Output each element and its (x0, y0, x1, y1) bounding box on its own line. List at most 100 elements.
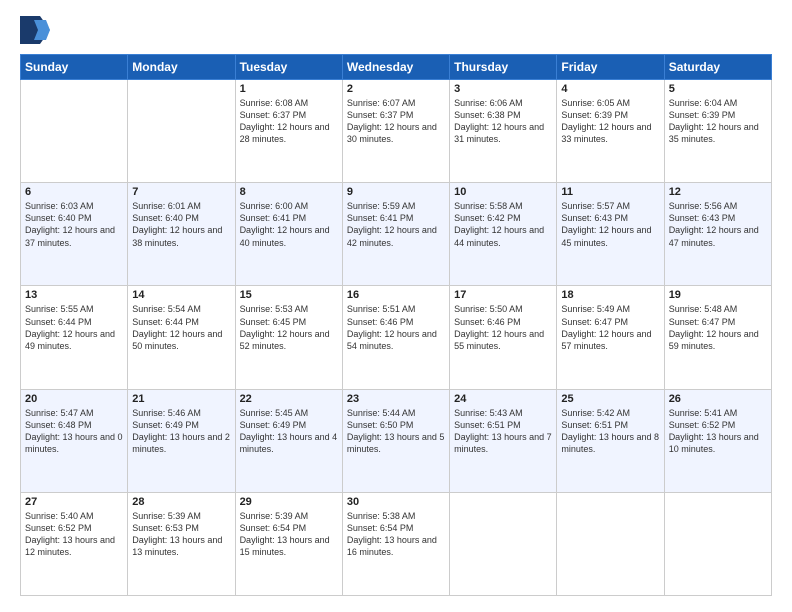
calendar-day-cell (21, 80, 128, 183)
calendar-day-cell: 21Sunrise: 5:46 AMSunset: 6:49 PMDayligh… (128, 389, 235, 492)
day-number: 6 (25, 186, 123, 198)
calendar-week-row: 27 Sunrise: 5:40 AMSunset: 6:52 PMDayligh… (21, 492, 772, 595)
day-number: 22 (240, 393, 338, 405)
day-info: Sunrise: 6:05 AMSunset: 6:39 PMDaylight:… (561, 97, 659, 146)
calendar-day-cell: 19Sunrise: 5:48 AMSunset: 6:47 PMDayligh… (664, 286, 771, 389)
day-number: 11 (561, 186, 659, 198)
day-number: 25 (561, 393, 659, 405)
day-info: Sunrise: 5:41 AMSunset: 6:52 PMDaylight:… (669, 407, 767, 456)
day-info: Sunrise: 6:00 AMSunset: 6:41 PMDaylight:… (240, 200, 338, 249)
day-number: 5 (669, 83, 767, 95)
calendar-day-cell: 26 Sunrise: 5:41 AMSunset: 6:52 PMDayligh… (664, 389, 771, 492)
day-number: 23 (347, 393, 445, 405)
logo-icon (20, 16, 50, 44)
calendar-day-cell (450, 492, 557, 595)
day-info: Sunrise: 5:56 AMSunset: 6:43 PMDaylight:… (669, 200, 767, 249)
day-number: 2 (347, 83, 445, 95)
day-number: 28 (132, 496, 230, 508)
header (20, 16, 772, 44)
calendar-day-cell: 7Sunrise: 6:01 AMSunset: 6:40 PMDaylight… (128, 183, 235, 286)
calendar-day-cell: 25 Sunrise: 5:42 AMSunset: 6:51 PMDayligh… (557, 389, 664, 492)
day-info: Sunrise: 6:03 AMSunset: 6:40 PMDaylight:… (25, 200, 123, 249)
day-info: Sunrise: 6:06 AMSunset: 6:38 PMDaylight:… (454, 97, 552, 146)
day-info: Sunrise: 5:50 AMSunset: 6:46 PMDaylight:… (454, 303, 552, 352)
day-number: 12 (669, 186, 767, 198)
day-info: Sunrise: 5:46 AMSunset: 6:49 PMDaylight:… (132, 407, 230, 456)
day-number: 20 (25, 393, 123, 405)
day-info: Sunrise: 6:08 AMSunset: 6:37 PMDaylight:… (240, 97, 338, 146)
day-info: Sunrise: 5:54 AMSunset: 6:44 PMDaylight:… (132, 303, 230, 352)
calendar-table: SundayMondayTuesdayWednesdayThursdayFrid… (20, 54, 772, 596)
day-number: 15 (240, 289, 338, 301)
day-info: Sunrise: 5:57 AMSunset: 6:43 PMDaylight:… (561, 200, 659, 249)
calendar-week-row: 6 Sunrise: 6:03 AMSunset: 6:40 PMDaylight… (21, 183, 772, 286)
calendar-day-cell: 3Sunrise: 6:06 AMSunset: 6:38 PMDaylight… (450, 80, 557, 183)
calendar-day-cell: 9 Sunrise: 5:59 AMSunset: 6:41 PMDaylight… (342, 183, 449, 286)
day-number: 17 (454, 289, 552, 301)
day-number: 13 (25, 289, 123, 301)
day-number: 8 (240, 186, 338, 198)
calendar-day-cell: 27 Sunrise: 5:40 AMSunset: 6:52 PMDayligh… (21, 492, 128, 595)
calendar-day-cell (128, 80, 235, 183)
calendar-week-row: 13Sunrise: 5:55 AMSunset: 6:44 PMDayligh… (21, 286, 772, 389)
day-number: 24 (454, 393, 552, 405)
calendar-day-cell (557, 492, 664, 595)
calendar-day-cell: 14 Sunrise: 5:54 AMSunset: 6:44 PMDayligh… (128, 286, 235, 389)
calendar-day-cell: 10 Sunrise: 5:58 AMSunset: 6:42 PMDayligh… (450, 183, 557, 286)
day-number: 7 (132, 186, 230, 198)
day-number: 16 (347, 289, 445, 301)
calendar-day-cell: 17 Sunrise: 5:50 AMSunset: 6:46 PMDayligh… (450, 286, 557, 389)
day-info: Sunrise: 5:53 AMSunset: 6:45 PMDaylight:… (240, 303, 338, 352)
weekday-header: Saturday (664, 55, 771, 80)
weekday-header: Thursday (450, 55, 557, 80)
day-info: Sunrise: 5:44 AMSunset: 6:50 PMDaylight:… (347, 407, 445, 456)
day-info: Sunrise: 5:42 AMSunset: 6:51 PMDaylight:… (561, 407, 659, 456)
page: SundayMondayTuesdayWednesdayThursdayFrid… (0, 0, 792, 612)
calendar-day-cell: 6 Sunrise: 6:03 AMSunset: 6:40 PMDaylight… (21, 183, 128, 286)
calendar-day-cell: 29 Sunrise: 5:39 AMSunset: 6:54 PMDayligh… (235, 492, 342, 595)
calendar-day-cell: 16 Sunrise: 5:51 AMSunset: 6:46 PMDayligh… (342, 286, 449, 389)
calendar-day-cell: 8 Sunrise: 6:00 AMSunset: 6:41 PMDaylight… (235, 183, 342, 286)
day-info: Sunrise: 5:45 AMSunset: 6:49 PMDaylight:… (240, 407, 338, 456)
calendar-header-row: SundayMondayTuesdayWednesdayThursdayFrid… (21, 55, 772, 80)
day-number: 18 (561, 289, 659, 301)
calendar-week-row: 20 Sunrise: 5:47 AMSunset: 6:48 PMDayligh… (21, 389, 772, 492)
weekday-header: Monday (128, 55, 235, 80)
day-number: 26 (669, 393, 767, 405)
day-number: 19 (669, 289, 767, 301)
day-info: Sunrise: 6:07 AMSunset: 6:37 PMDaylight:… (347, 97, 445, 146)
day-info: Sunrise: 5:47 AMSunset: 6:48 PMDaylight:… (25, 407, 123, 456)
day-number: 29 (240, 496, 338, 508)
day-info: Sunrise: 5:59 AMSunset: 6:41 PMDaylight:… (347, 200, 445, 249)
day-number: 4 (561, 83, 659, 95)
day-info: Sunrise: 5:39 AMSunset: 6:54 PMDaylight:… (240, 510, 338, 559)
day-number: 10 (454, 186, 552, 198)
calendar-day-cell: 5Sunrise: 6:04 AMSunset: 6:39 PMDaylight… (664, 80, 771, 183)
day-info: Sunrise: 5:43 AMSunset: 6:51 PMDaylight:… (454, 407, 552, 456)
calendar-day-cell: 23 Sunrise: 5:44 AMSunset: 6:50 PMDayligh… (342, 389, 449, 492)
calendar-day-cell: 22 Sunrise: 5:45 AMSunset: 6:49 PMDayligh… (235, 389, 342, 492)
calendar-day-cell: 4 Sunrise: 6:05 AMSunset: 6:39 PMDaylight… (557, 80, 664, 183)
calendar-day-cell (664, 492, 771, 595)
day-info: Sunrise: 5:40 AMSunset: 6:52 PMDaylight:… (25, 510, 123, 559)
day-number: 14 (132, 289, 230, 301)
day-number: 9 (347, 186, 445, 198)
day-info: Sunrise: 5:51 AMSunset: 6:46 PMDaylight:… (347, 303, 445, 352)
weekday-header: Tuesday (235, 55, 342, 80)
calendar-day-cell: 2 Sunrise: 6:07 AMSunset: 6:37 PMDaylight… (342, 80, 449, 183)
day-number: 1 (240, 83, 338, 95)
calendar-day-cell: 28Sunrise: 5:39 AMSunset: 6:53 PMDayligh… (128, 492, 235, 595)
weekday-header: Friday (557, 55, 664, 80)
calendar-day-cell: 30Sunrise: 5:38 AMSunset: 6:54 PMDayligh… (342, 492, 449, 595)
day-info: Sunrise: 5:58 AMSunset: 6:42 PMDaylight:… (454, 200, 552, 249)
calendar-day-cell: 11 Sunrise: 5:57 AMSunset: 6:43 PMDayligh… (557, 183, 664, 286)
calendar-week-row: 1 Sunrise: 6:08 AMSunset: 6:37 PMDaylight… (21, 80, 772, 183)
calendar-day-cell: 13Sunrise: 5:55 AMSunset: 6:44 PMDayligh… (21, 286, 128, 389)
calendar-day-cell: 12 Sunrise: 5:56 AMSunset: 6:43 PMDayligh… (664, 183, 771, 286)
calendar-day-cell: 18 Sunrise: 5:49 AMSunset: 6:47 PMDayligh… (557, 286, 664, 389)
calendar-day-cell: 1 Sunrise: 6:08 AMSunset: 6:37 PMDaylight… (235, 80, 342, 183)
day-info: Sunrise: 5:38 AMSunset: 6:54 PMDaylight:… (347, 510, 445, 559)
day-number: 27 (25, 496, 123, 508)
day-info: Sunrise: 5:49 AMSunset: 6:47 PMDaylight:… (561, 303, 659, 352)
weekday-header: Sunday (21, 55, 128, 80)
